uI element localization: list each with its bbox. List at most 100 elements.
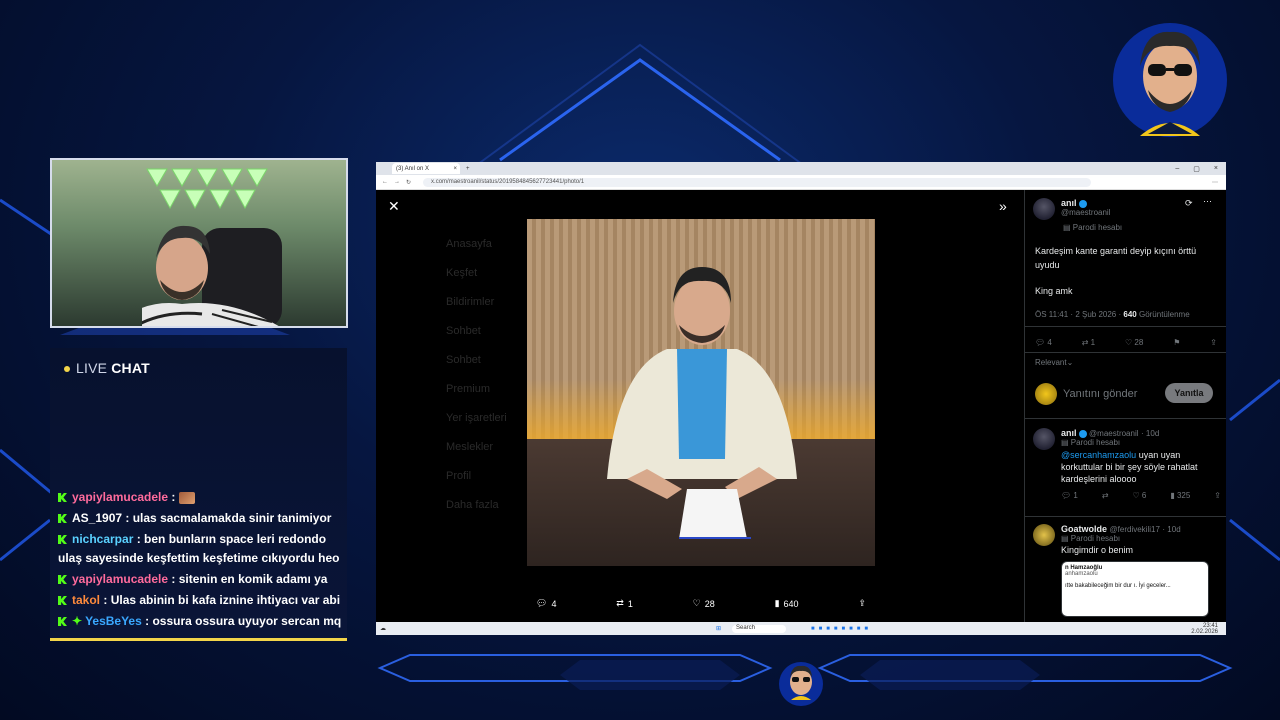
avatar[interactable] [1033,524,1055,546]
kick-badge-icon [58,617,67,626]
webcam-feed [50,158,348,328]
back-icon[interactable]: ← [382,179,388,185]
like-button[interactable]: ♡ 28 [693,598,715,609]
avatar[interactable] [1033,198,1055,220]
kick-badge-icon [58,535,67,544]
kick-badge-icon [58,596,67,605]
reply-item[interactable]: Goatwolde @ferdivekili17 · 10d ▤ Parodi … [1033,524,1221,617]
share-icon[interactable]: ⇪ [1210,338,1217,347]
reply-button[interactable]: 💬︎ 1 [1061,491,1078,500]
streamer-video [142,225,282,326]
sparkle-badge-icon: ✦ [72,614,83,628]
post-author[interactable]: anıl @maestroanil [1033,198,1110,220]
avatar [1035,383,1057,405]
chat-username: nichcarpar [72,532,134,546]
chat-message: nichcarpar : ben bunların space leri red… [58,532,340,565]
taskbar-search[interactable]: Search [732,624,786,633]
close-viewer-icon[interactable]: ✕ [388,198,400,215]
bookmark-icon[interactable]: ⚑ [1173,338,1180,347]
avatar[interactable] [1033,428,1055,450]
repost-button[interactable]: ⇄ [1102,491,1109,500]
tab-close-icon[interactable]: × [453,166,457,172]
reply-input[interactable]: Yanıtını gönder [1063,388,1137,400]
browser-tab[interactable]: (3) Anıl on X × [392,163,460,174]
reply-submit-button[interactable]: Yanıtla [1165,383,1213,403]
weather-widget[interactable]: ☁︎ [380,625,386,632]
chat-message: ✦ YesBeYes : ossura ossura uyuyor sercan … [58,612,343,631]
address-bar: ← → ↻ x.com/maestroanil/status/201958484… [376,175,1226,190]
bottom-avatar-logo [778,660,824,713]
more-options-icon[interactable]: ⋯ [1203,196,1212,207]
like-button[interactable]: ♡ 28 [1125,338,1143,347]
chat-username: takol [72,593,101,607]
media-action-bar: 💬︎ 4 ⇄ 1 ♡ 28 ▮ 640 ⇪ [536,598,866,609]
chat-message: yapiylamucadele : [58,488,343,507]
maximize-icon[interactable]: ▢ [1193,165,1200,173]
photo-person [607,267,797,539]
browser-window: (3) Anıl on X × + – ▢ × ← → ↻ x.com/maest… [376,162,1226,635]
minimize-icon[interactable]: – [1175,165,1179,173]
new-tab-icon[interactable]: + [466,166,470,172]
grok-icon[interactable]: ⟳ [1185,198,1193,209]
views-button[interactable]: ▮ 325 [1170,491,1190,500]
heart-icon: ♡ [692,598,701,608]
browser-titlebar: (3) Anıl on X × + – ▢ × [376,162,1226,175]
post-text: Kardeşim kante garanti deyip kıçını örtt… [1035,246,1197,270]
chat-text: Ulas abinin bi kafa iznine ihtiyacı var … [110,593,341,607]
x-sidebar-background: Anasayfa Keşfet Bildirimler Sohbet Sohbe… [446,238,507,511]
kick-badge-icon [58,575,67,584]
chat-username: yapiylamucadele [72,490,169,504]
chat-messages: yapiylamucadele : AS_1907 : ulas sacmala… [58,488,343,633]
sort-dropdown[interactable]: Relevant⌄ [1035,358,1073,367]
chat-text: ossura ossura uyuyor sercan mq [152,614,342,628]
post-meta: ÖS 11:41 · 2 Şub 2026 · 640 Görüntülenme [1035,310,1190,319]
light-panels [146,168,268,210]
verified-icon [1078,429,1087,438]
chat-username: YesBeYes [85,614,142,628]
post-photo[interactable] [527,219,875,566]
repost-button[interactable]: ⇄ 1 [1082,338,1095,347]
streamer-avatar-logo [1110,18,1230,147]
repost-icon: ⇄ [616,598,624,608]
windows-start-icon[interactable]: ⊞ [716,625,721,632]
chat-text: ulas sacmalamakda sinir tanimiyor [132,511,332,525]
x-photo-viewer: Anasayfa Keşfet Bildirimler Sohbet Sohbe… [376,190,1226,622]
extensions-icon[interactable]: ⋯ [1212,179,1218,186]
share-button[interactable]: ⇪ [858,598,866,609]
reply-button[interactable]: 💬︎ 4 [536,598,556,609]
post-actions: 💬︎ 4 ⇄ 1 ♡ 28 ⚑ ⇪ [1035,338,1217,347]
window-close-icon[interactable]: × [1214,165,1218,173]
url-field[interactable]: x.com/maestroanil/status/201958484562772… [423,177,1092,187]
reload-icon[interactable]: ↻ [406,179,411,186]
emote-icon [178,491,195,504]
chat-message: takol : Ulas abinin bi kafa iznine ihtiy… [58,591,343,610]
views-button[interactable]: ▮ 640 [775,598,799,609]
quoted-post[interactable]: n Hamzaoğlu anhamzaolu ıtte bakabileceği… [1061,561,1209,617]
repost-button[interactable]: ⇄ 1 [616,598,633,609]
taskbar-apps: ■■■■■■■■ [811,625,873,632]
parody-label: ▤ Parodi hesabı [1061,534,1121,543]
live-chat-panel: LIVE CHAT yapiylamucadele : AS_1907 : ul… [50,348,347,641]
forward-icon[interactable]: → [394,179,400,185]
like-button[interactable]: ♡ 6 [1132,491,1146,500]
taskbar-clock[interactable]: 23:41 2.02.2026 [1191,623,1218,635]
views-icon: ▮ [774,598,780,608]
chat-username: yapiylamucadele [72,572,169,586]
kick-badge-icon [58,514,67,523]
collapse-panel-icon[interactable]: » [999,198,1007,214]
reply-icon: 💬︎ [536,598,548,608]
live-dot-icon [64,366,70,373]
share-icon[interactable]: ⇪ [1214,491,1221,500]
post-text-2: King amk [1035,286,1073,296]
chat-message: AS_1907 : ulas sacmalamakda sinir tanimi… [58,509,343,528]
chat-username: AS_1907 [72,511,123,525]
chat-text: sitenin en komik adamı ya [178,572,328,586]
parody-label: ▤ Parodi hesabı [1061,438,1121,447]
chat-message: yapiylamucadele : sitenin en komik adamı… [58,570,343,589]
chat-header: LIVE CHAT [64,360,150,376]
windows-taskbar: ☁︎ Search ⊞ ■■■■■■■■ 23:41 2.02.2026 [376,622,1226,635]
reply-item[interactable]: anıl @maestroanil · 10d ▤ Parodi hesabı … [1033,428,1221,500]
verified-icon [1078,199,1087,208]
reply-button[interactable]: 💬︎ 4 [1035,338,1052,347]
post-side-panel: anıl @maestroanil ⟳ ⋯ ▤ Parodi hesabı Ka… [1024,190,1226,622]
